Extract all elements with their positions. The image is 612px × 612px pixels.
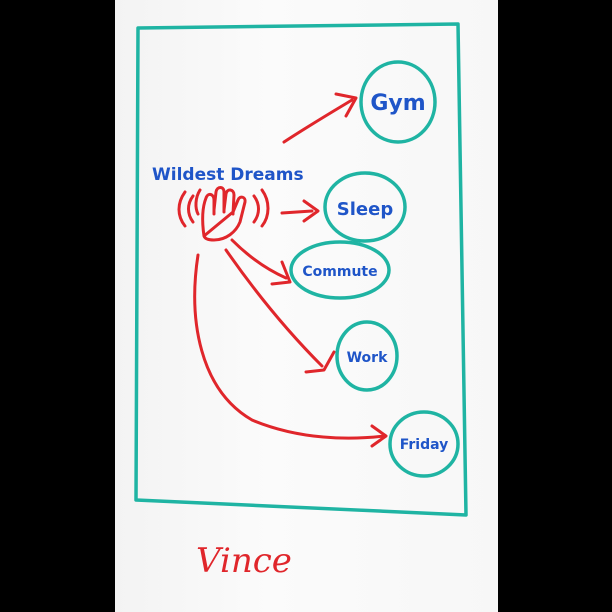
arrow-to-sleep: [280, 209, 314, 215]
svg-text:Friday: Friday: [400, 437, 449, 453]
svg-text:Sleep: Sleep: [337, 199, 394, 220]
node-work: Work: [335, 320, 399, 392]
node-gym: Gym: [359, 60, 437, 144]
svg-text:Commute: Commute: [302, 264, 377, 280]
arrow-to-commute: [230, 238, 288, 280]
source-label: Wildest Dreams: [152, 165, 304, 185]
arrow-to-gym: [282, 98, 354, 144]
node-sleep: Sleep: [323, 171, 407, 243]
svg-text:Gym: Gym: [370, 91, 425, 116]
signature: Vince: [196, 541, 292, 581]
diagram-canvas: Wildest Dreams Gym Sleep Commute Work Fr…: [134, 22, 468, 581]
node-friday: Friday: [388, 410, 460, 478]
svg-text:Work: Work: [347, 350, 388, 366]
node-commute: Commute: [289, 240, 391, 300]
waving-hand-icon: [177, 186, 270, 242]
